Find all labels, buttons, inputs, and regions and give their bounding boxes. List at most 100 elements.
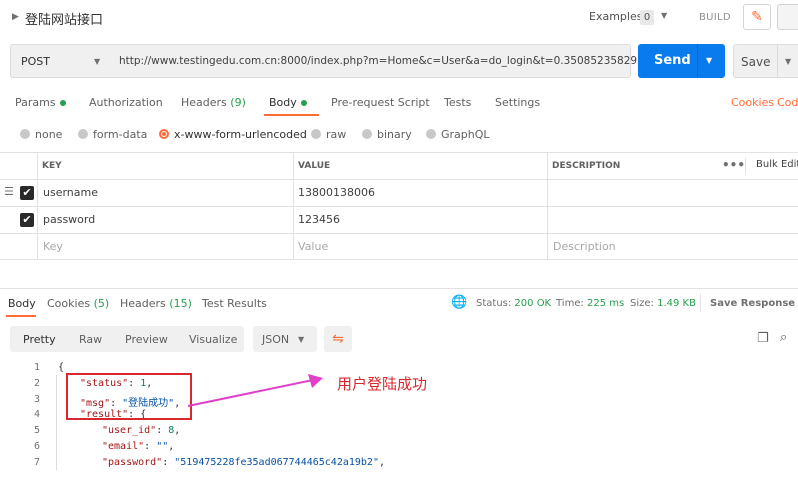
time-value: 225 ms (587, 298, 625, 309)
row-checkbox[interactable]: ✔ (20, 186, 34, 200)
response-tab-cookies[interactable]: Cookies (5) (47, 297, 109, 310)
collapse-caret-icon[interactable]: ▶ (12, 12, 19, 22)
view-preview[interactable]: Preview (125, 333, 168, 346)
url-input[interactable]: http://www.testingedu.com.cn:8000/index.… (110, 44, 650, 78)
column-header-value: VALUE (298, 161, 331, 171)
tab-headers-label: Headers (181, 96, 227, 109)
search-icon[interactable]: ⌕ (780, 330, 787, 345)
code-line: { (58, 362, 65, 373)
time-label: Time: (556, 298, 584, 309)
params-table: KEY VALUE DESCRIPTION ••• Bulk Edit ☰ ✔ … (0, 152, 798, 260)
json-value: "519475228fe35ad067744465c42a19b2" (174, 457, 379, 468)
size-indicator: Size: 1.49 KB (630, 298, 696, 309)
tab-body-underline (264, 114, 319, 116)
examples-dropdown-icon[interactable]: ▼ (661, 11, 667, 20)
drag-handle-icon[interactable]: ☰ (4, 185, 14, 198)
view-raw[interactable]: Raw (79, 333, 102, 346)
table-border (0, 206, 798, 207)
json-key: "email" (102, 441, 145, 452)
column-header-key: KEY (42, 161, 62, 171)
radio-icon (20, 129, 30, 139)
format-value: JSON (262, 333, 290, 346)
tab-body[interactable]: Body (269, 96, 307, 109)
new-description-input[interactable]: Description (553, 240, 616, 253)
new-key-input[interactable]: Key (43, 240, 63, 253)
param-key[interactable]: password (43, 213, 95, 226)
radio-icon (78, 129, 88, 139)
documentation-icon[interactable] (777, 4, 798, 30)
param-value[interactable]: 13800138006 (298, 186, 375, 199)
new-value-input[interactable]: Value (298, 240, 328, 253)
param-value[interactable]: 123456 (298, 213, 340, 226)
radio-binary-label: binary (377, 128, 412, 141)
globe-icon[interactable]: 🌐 (451, 295, 467, 310)
column-header-description: DESCRIPTION (552, 161, 621, 171)
method-select[interactable]: POST ▼ (10, 44, 111, 78)
indent-guide (56, 375, 57, 470)
radio-binary[interactable]: binary (362, 128, 412, 141)
radio-none[interactable]: none (20, 128, 62, 141)
send-divider (697, 44, 698, 78)
copy-icon[interactable]: ❐ (757, 331, 769, 346)
tab-headers[interactable]: Headers (9) (181, 96, 246, 109)
json-key: "user_id" (102, 425, 157, 436)
format-select[interactable]: JSON ▼ (253, 326, 317, 352)
radio-none-label: none (35, 128, 63, 141)
url-value: http://www.testingedu.com.cn:8000/index.… (119, 55, 651, 67)
radio-form-data[interactable]: form-data (78, 128, 147, 141)
build-label[interactable]: BUILD (699, 12, 731, 23)
tab-prerequest[interactable]: Pre-request Script (331, 96, 430, 109)
radio-raw[interactable]: raw (311, 128, 346, 141)
save-response-label: Save Response (710, 298, 796, 309)
radio-urlencoded[interactable]: x-www-form-urlencoded (159, 128, 307, 141)
cookies-link[interactable]: Cookies (731, 96, 774, 109)
save-options-icon[interactable]: ▼ (785, 57, 791, 66)
response-tab-headers[interactable]: Headers (15) (120, 297, 192, 310)
tab-settings[interactable]: Settings (495, 96, 540, 109)
meta-divider (700, 294, 701, 312)
annotation-arrow-icon (187, 374, 323, 407)
view-mode-group: Pretty Raw Preview Visualize (10, 326, 244, 352)
tab-params[interactable]: Params (15, 96, 66, 109)
line-number: 7 (33, 457, 40, 468)
request-title[interactable]: 登陆网站接口 (25, 9, 103, 28)
status-value: 200 OK (514, 298, 552, 309)
send-label: Send (654, 53, 691, 68)
view-visualize[interactable]: Visualize (189, 333, 237, 346)
wrap-lines-icon[interactable]: ⇋ (324, 326, 352, 352)
code-line: "email": "", (102, 441, 175, 452)
line-number: 4 (33, 409, 40, 420)
tab-body-label: Body (269, 96, 297, 109)
header-divider (745, 158, 746, 174)
body-dot-icon (300, 100, 307, 106)
tab-authorization[interactable]: Authorization (89, 96, 163, 109)
send-button[interactable]: Send ▼ (638, 44, 725, 78)
table-border (0, 152, 798, 153)
save-label: Save (741, 55, 771, 69)
send-options-icon[interactable]: ▼ (706, 56, 712, 65)
request-header: ▶ 登陆网站接口 Examples 0 ▼ BUILD ✎ (0, 0, 798, 36)
save-response-button[interactable]: Save Response ▾ (710, 298, 798, 309)
code-link[interactable]: Code (777, 96, 798, 109)
more-options-icon[interactable]: ••• (722, 158, 745, 172)
size-label: Size: (630, 298, 654, 309)
bulk-edit-link[interactable]: Bulk Edit (756, 159, 798, 170)
radio-icon (426, 129, 436, 139)
response-tab-test-results[interactable]: Test Results (202, 297, 267, 310)
save-button[interactable]: Save ▼ (733, 44, 798, 78)
edit-pencil-icon[interactable]: ✎ (743, 4, 771, 30)
status-indicator: Status: 200 OK (476, 298, 551, 309)
response-headers-label: Headers (120, 297, 166, 310)
code-line: "password": "519475228fe35ad067744465c42… (102, 457, 385, 468)
table-border (0, 259, 798, 260)
response-bar: Body Cookies (5) Headers (15) Test Resul… (0, 288, 798, 318)
tab-tests[interactable]: Tests (444, 96, 471, 109)
chevron-down-icon: ▼ (94, 57, 101, 66)
view-pretty[interactable]: Pretty (23, 333, 56, 346)
param-key[interactable]: username (43, 186, 98, 199)
row-checkbox[interactable]: ✔ (20, 213, 34, 227)
examples-label[interactable]: Examples (589, 10, 642, 23)
line-number: 1 (33, 362, 40, 373)
radio-graphql[interactable]: GraphQL (426, 128, 490, 141)
response-tab-body[interactable]: Body (8, 297, 36, 310)
